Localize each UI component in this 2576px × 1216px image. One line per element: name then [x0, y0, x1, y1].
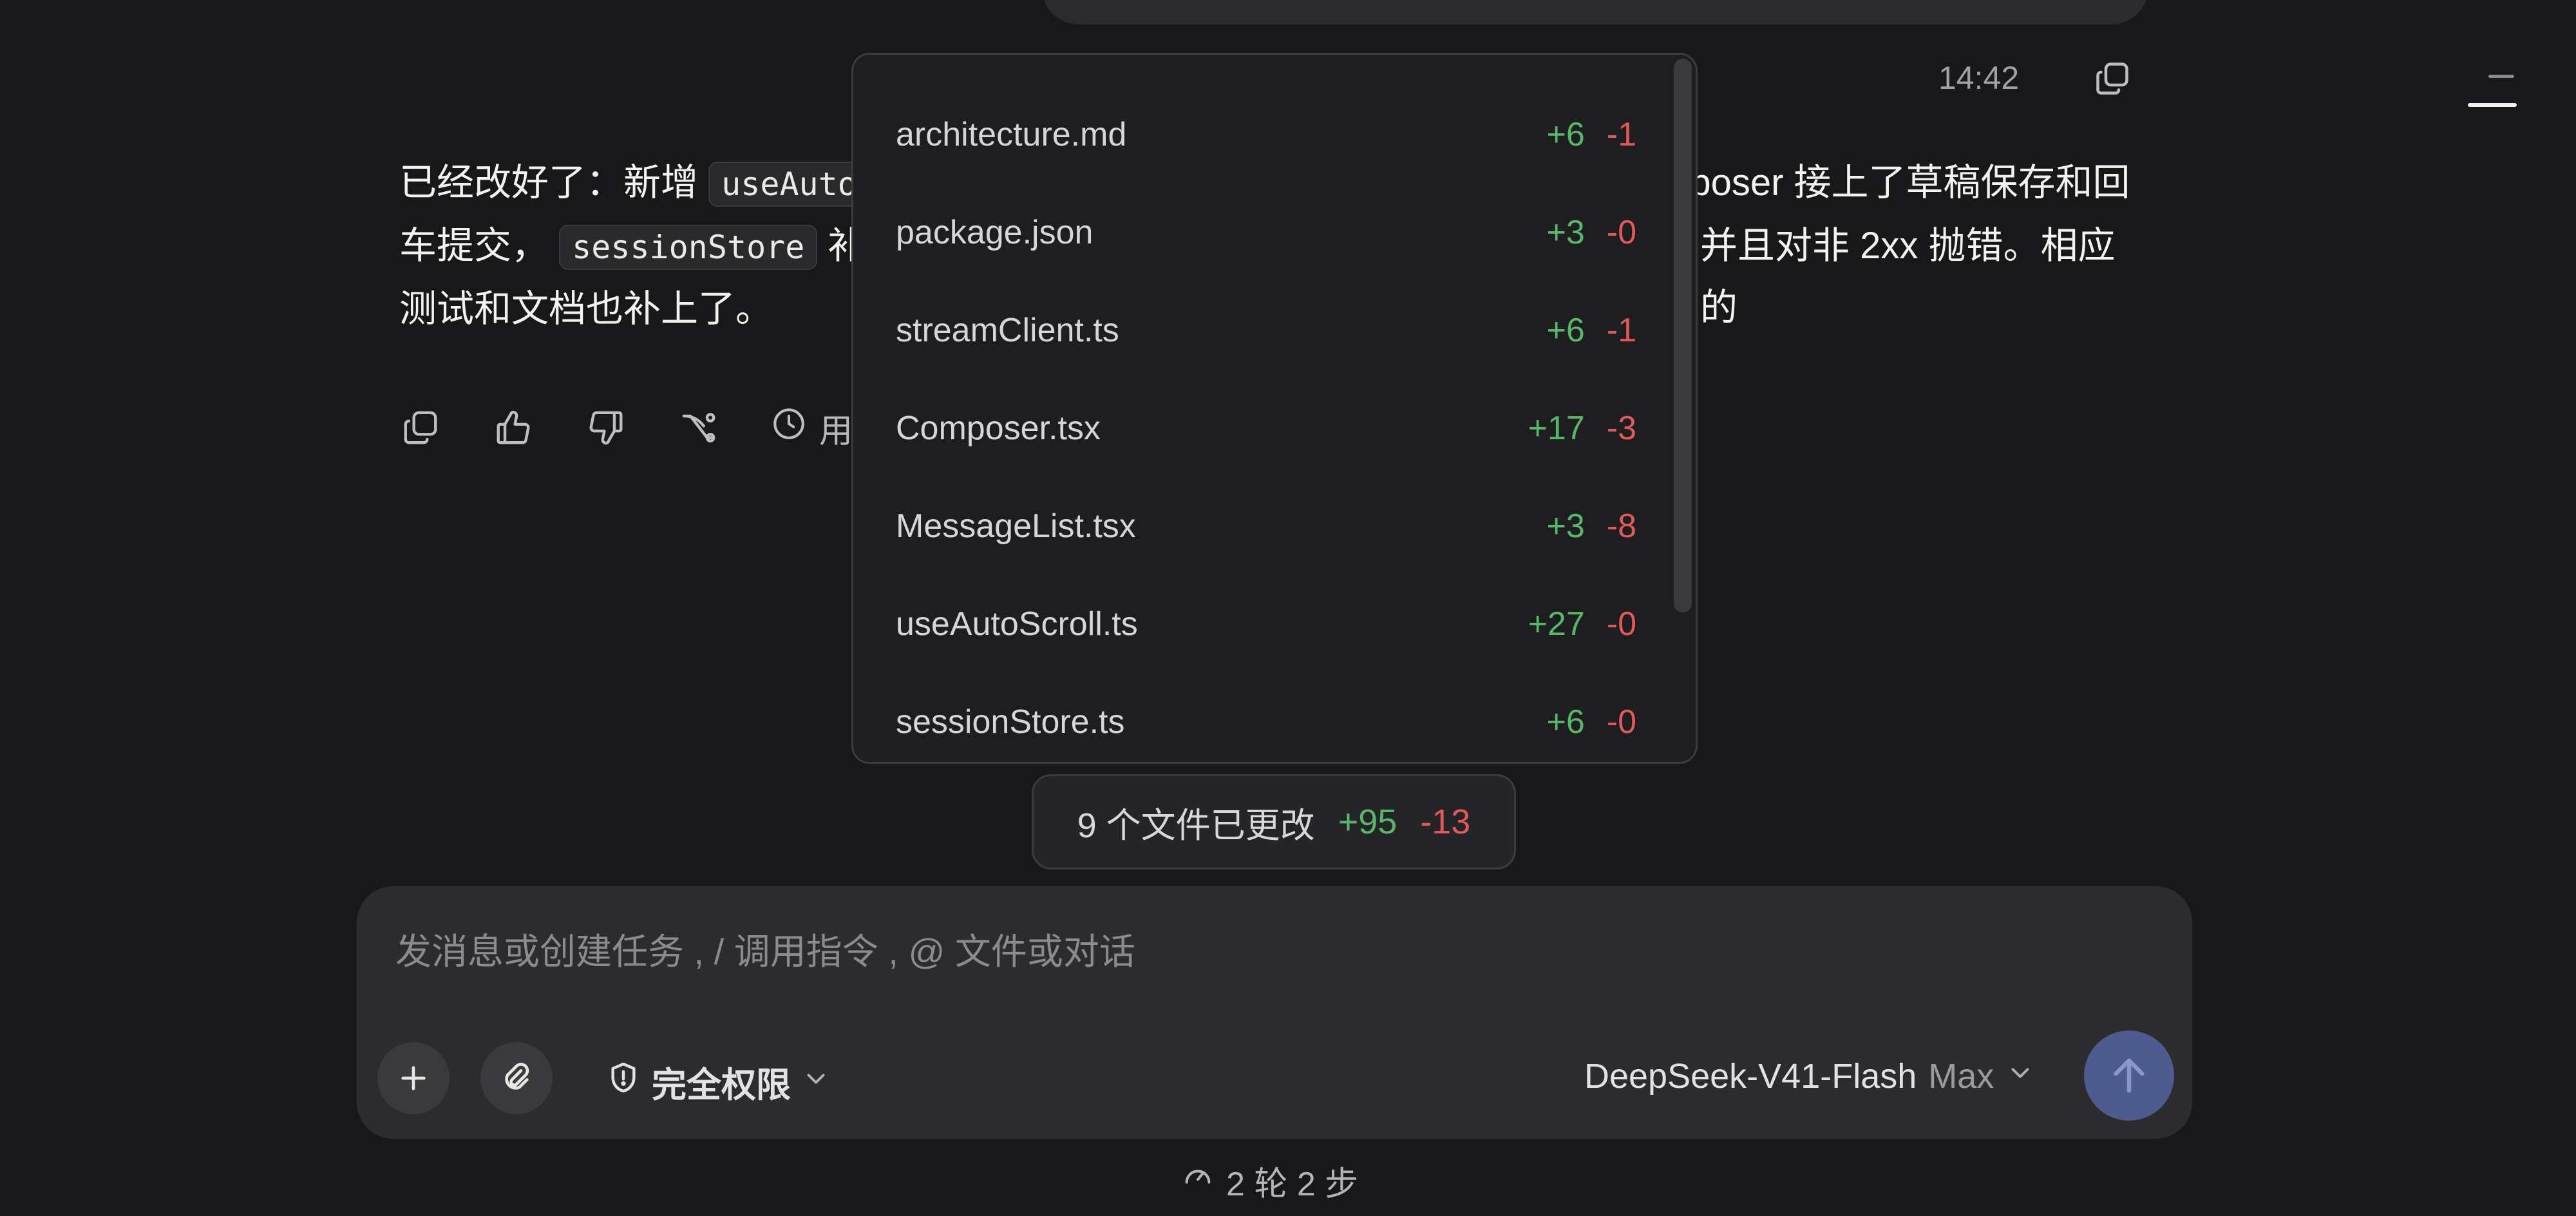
popover-scrollbar[interactable] — [1674, 59, 1692, 613]
changed-file-row[interactable]: package.json +3 -0 — [896, 194, 1636, 271]
thumbs-up-icon[interactable] — [492, 406, 535, 449]
chevron-down-icon — [801, 1062, 831, 1102]
clock-icon — [770, 405, 808, 451]
send-button[interactable] — [2084, 1031, 2174, 1121]
plus-icon — [401, 1066, 426, 1090]
changed-file-row[interactable]: architecture.md +6 -1 — [896, 96, 1636, 173]
changed-file-row[interactable]: Composer.tsx +17 -3 — [896, 390, 1636, 467]
arrow-up-icon — [2114, 1058, 2145, 1093]
shield-icon — [605, 1059, 641, 1104]
copy-icon[interactable] — [399, 406, 442, 449]
add-button[interactable] — [377, 1042, 450, 1114]
model-selector[interactable]: DeepSeek-V41-Flash Max — [1584, 1056, 2035, 1096]
changed-file-row[interactable]: sessionStore.ts +6 -0 — [896, 683, 1636, 761]
branch-icon[interactable] — [677, 406, 720, 449]
changed-files-popover: architecture.md +6 -1 package.json +3 -0 s… — [851, 53, 1698, 764]
duration-indicator: 用 — [770, 404, 853, 452]
changed-file-row[interactable]: MessageList.tsx +3 -8 — [896, 488, 1636, 565]
copy-icon[interactable] — [2093, 59, 2132, 98]
attach-button[interactable] — [480, 1042, 553, 1114]
hamburger-icon[interactable] — [2467, 71, 2518, 109]
changed-file-row[interactable]: streamClient.ts +6 -1 — [896, 292, 1636, 369]
usage-stats: 2 轮 2 步 — [1181, 1157, 1358, 1205]
message-input[interactable] — [394, 925, 2071, 978]
changed-file-row[interactable]: useAutoScroll.ts +27 -0 — [896, 585, 1636, 663]
thumbs-down-icon[interactable] — [585, 406, 627, 449]
previous-user-message-bubble — [1041, 0, 2149, 24]
chevron-down-icon — [2005, 1056, 2035, 1096]
permission-selector[interactable]: 完全权限 — [605, 1056, 831, 1107]
message-actions: 用 — [399, 404, 853, 451]
message-timestamp: 14:42 — [1938, 60, 2020, 96]
changed-files-summary-button[interactable]: 9 个文件已更改 +95 -13 — [1032, 774, 1516, 869]
paperclip-icon — [505, 1063, 529, 1090]
gauge-icon — [1181, 1160, 1215, 1202]
inline-code: sessionStore — [559, 225, 818, 270]
